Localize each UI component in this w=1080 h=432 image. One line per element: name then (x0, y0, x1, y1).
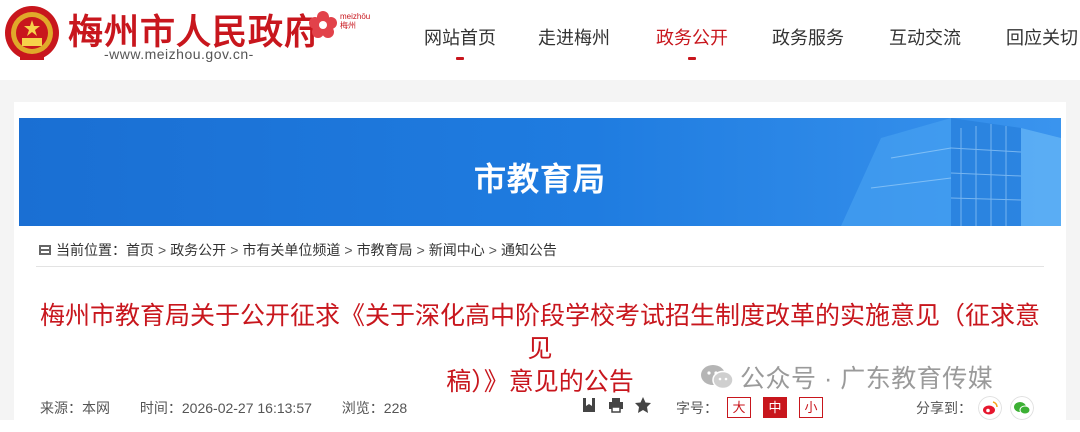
nav-government-affairs[interactable]: 政务公开 (656, 24, 728, 50)
breadcrumb-home[interactable]: 首页 (126, 240, 154, 260)
nav-about-meizhou[interactable]: 走进梅州 (538, 24, 610, 50)
meizhou-flower-logo-icon (309, 11, 337, 38)
bookmark-icon[interactable] (580, 396, 598, 414)
national-emblem-icon (5, 6, 59, 60)
font-large-button[interactable]: 大 (727, 397, 751, 418)
article-source: 来源：本网 (40, 400, 110, 416)
breadcrumb-separator: > (158, 242, 167, 258)
breadcrumb-notices[interactable]: 通知公告 (501, 240, 557, 260)
department-banner: 市教育局 (19, 118, 1061, 226)
print-icon[interactable] (607, 396, 625, 414)
breadcrumb-separator: > (230, 242, 239, 258)
article-title-line-1: 梅州市教育局关于公开征求《关于深化高中阶段学校考试招生制度改革的实施意见（征求意… (40, 302, 1041, 363)
breadcrumb-news-center[interactable]: 新闻中心 (429, 240, 485, 260)
watermark-text: 公众号 · 广东教育传媒 (740, 365, 994, 393)
share-label: 分享到： (916, 400, 972, 416)
article-time: 时间：2026-02-27 16:13:57 (139, 400, 312, 416)
font-medium-button[interactable]: 中 (763, 397, 787, 418)
site-header: 梅州市人民政府 -www.meizhou.gov.cn- meizhōu 梅州 … (0, 0, 1080, 80)
nav-home[interactable]: 网站首页 (424, 24, 496, 50)
article-meta: 来源：本网 时间：2026-02-27 16:13:57 浏览：228 (40, 398, 433, 418)
nav-government-services[interactable]: 政务服务 (772, 24, 844, 50)
breadcrumb-education-bureau[interactable]: 市教育局 (357, 240, 413, 260)
nav-indicator-active (688, 57, 696, 60)
font-size-label: 字号： (676, 400, 718, 416)
breadcrumb-separator: > (416, 242, 425, 258)
breadcrumb-separator: > (344, 242, 353, 258)
breadcrumb-city-units[interactable]: 市有关单位频道 (242, 240, 340, 260)
nav-interaction[interactable]: 互动交流 (889, 24, 961, 50)
wechat-share-icon[interactable] (1010, 396, 1034, 420)
meizhou-logo-text: meizhōu 梅州 (340, 12, 371, 30)
nav-indicator (456, 57, 464, 60)
breadcrumb-divider (36, 266, 1044, 267)
breadcrumb: 当前位置： 首页 > 政务公开 > 市有关单位频道 > 市教育局 > 新闻中心 … (38, 240, 557, 260)
breadcrumb-prefix: 当前位置： (56, 242, 126, 258)
favorite-star-icon[interactable] (634, 396, 652, 414)
breadcrumb-separator: > (488, 242, 497, 258)
location-icon (39, 245, 51, 255)
nav-responses[interactable]: 回应关切 (1006, 24, 1078, 50)
font-small-button[interactable]: 小 (799, 397, 823, 418)
article-views: 浏览：228 (341, 400, 408, 416)
article-tools (580, 396, 661, 414)
banner-title: 市教育局 (473, 161, 606, 197)
site-url: -www.meizhou.gov.cn- (104, 46, 254, 62)
wechat-watermark-icon (701, 365, 734, 390)
breadcrumb-government-affairs[interactable]: 政务公开 (170, 240, 226, 260)
weibo-share-icon[interactable] (978, 396, 1002, 420)
watermark: 公众号 · 广东教育传媒 (700, 360, 993, 394)
